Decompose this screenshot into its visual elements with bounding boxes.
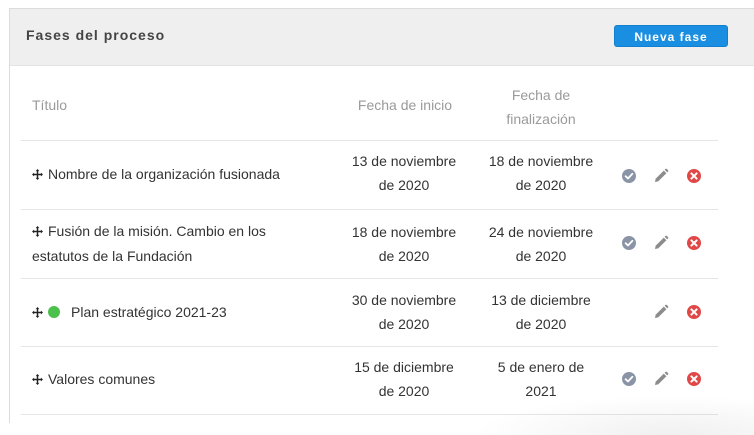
header-start-date: Fecha de inicio bbox=[357, 97, 453, 113]
start-date-line1: 30 de noviembre bbox=[351, 292, 457, 308]
start-date: 18 de noviembre de 2020 bbox=[339, 220, 469, 268]
phase-title-text: Valores comunes bbox=[48, 371, 156, 387]
end-date: 13 de diciembre de 2020 bbox=[476, 288, 606, 336]
close-circle-icon[interactable] bbox=[686, 168, 702, 184]
table-row: Plan estratégico 2021-23 30 de noviembre… bbox=[21, 279, 718, 347]
move-arrows-icon[interactable] bbox=[32, 307, 43, 318]
header-end-date: Fecha de finalización bbox=[489, 83, 593, 131]
end-date-line1: 18 de noviembre bbox=[488, 153, 594, 169]
close-circle-icon[interactable] bbox=[686, 235, 702, 251]
end-date-line1: 24 de noviembre bbox=[488, 224, 594, 240]
row-actions bbox=[619, 371, 709, 391]
table-row: Valores comunes 15 de diciembre de 2020 … bbox=[21, 347, 718, 415]
new-phase-button[interactable]: Nueva fase bbox=[614, 25, 728, 47]
close-circle-icon[interactable] bbox=[686, 371, 702, 387]
phase-title: Plan estratégico 2021-23 bbox=[32, 300, 322, 325]
end-date-line2: de 2020 bbox=[515, 177, 567, 193]
panel-title: Fases del proceso bbox=[26, 27, 166, 43]
row-actions bbox=[619, 235, 709, 255]
start-date: 30 de noviembre de 2020 bbox=[339, 288, 469, 336]
start-date: 13 de noviembre de 2020 bbox=[339, 149, 469, 197]
phases-table: Título Fecha de inicio Fecha de finaliza… bbox=[21, 78, 718, 415]
end-date-line2: de 2020 bbox=[515, 316, 567, 332]
phase-title: Valores comunes bbox=[32, 367, 322, 392]
phase-title-text: Nombre de la organización fusionada bbox=[48, 166, 280, 182]
end-date-line1: 5 de enero de bbox=[497, 359, 585, 375]
table-row: Nombre de la organización fusionada 13 d… bbox=[21, 141, 718, 210]
green-dot-icon bbox=[48, 306, 60, 318]
end-date-line2: de 2020 bbox=[515, 248, 567, 264]
pencil-icon[interactable] bbox=[653, 168, 669, 184]
move-arrows-icon[interactable] bbox=[32, 226, 43, 237]
phase-title-text-line2: estatutos de la Fundación bbox=[32, 248, 193, 264]
pencil-icon[interactable] bbox=[653, 371, 669, 387]
end-date-line1: 13 de diciembre bbox=[491, 292, 591, 308]
check-circle-icon[interactable] bbox=[621, 168, 637, 184]
end-date-line2: 2021 bbox=[525, 383, 557, 399]
start-date-line2: de 2020 bbox=[378, 316, 430, 332]
start-date-line2: de 2020 bbox=[378, 177, 430, 193]
row-actions bbox=[619, 304, 709, 324]
pencil-icon[interactable] bbox=[653, 304, 669, 320]
end-date: 24 de noviembre de 2020 bbox=[476, 220, 606, 268]
row-actions bbox=[619, 168, 709, 188]
move-arrows-icon[interactable] bbox=[32, 374, 43, 385]
panel-header: Fases del proceso Nueva fase bbox=[10, 9, 754, 66]
header-title: Título bbox=[32, 97, 68, 113]
pencil-icon[interactable] bbox=[653, 235, 669, 251]
phase-title-text: Fusión de la misión. Cambio en los bbox=[48, 223, 266, 239]
start-date-line1: 13 de noviembre bbox=[351, 153, 457, 169]
end-date: 5 de enero de 2021 bbox=[476, 355, 606, 403]
header-end-date-line2: finalización bbox=[506, 111, 576, 127]
check-circle-icon[interactable] bbox=[621, 371, 637, 387]
table-header: Título Fecha de inicio Fecha de finaliza… bbox=[21, 78, 718, 141]
phase-title: Nombre de la organización fusionada bbox=[32, 162, 322, 187]
start-date-line1: 18 de noviembre bbox=[351, 224, 457, 240]
start-date-line2: de 2020 bbox=[378, 383, 430, 399]
phase-title: Fusión de la misión. Cambio en los estat… bbox=[32, 219, 322, 269]
check-circle-icon[interactable] bbox=[621, 235, 637, 251]
start-date: 15 de diciembre de 2020 bbox=[339, 355, 469, 403]
start-date-line1: 15 de diciembre bbox=[354, 359, 454, 375]
move-arrows-icon[interactable] bbox=[32, 169, 43, 180]
close-circle-icon[interactable] bbox=[686, 304, 702, 320]
phase-title-text: Plan estratégico 2021-23 bbox=[71, 304, 227, 320]
header-end-date-line1: Fecha de bbox=[511, 87, 571, 103]
table-row: Fusión de la misión. Cambio en los estat… bbox=[21, 210, 718, 279]
end-date: 18 de noviembre de 2020 bbox=[476, 149, 606, 197]
start-date-line2: de 2020 bbox=[378, 248, 430, 264]
